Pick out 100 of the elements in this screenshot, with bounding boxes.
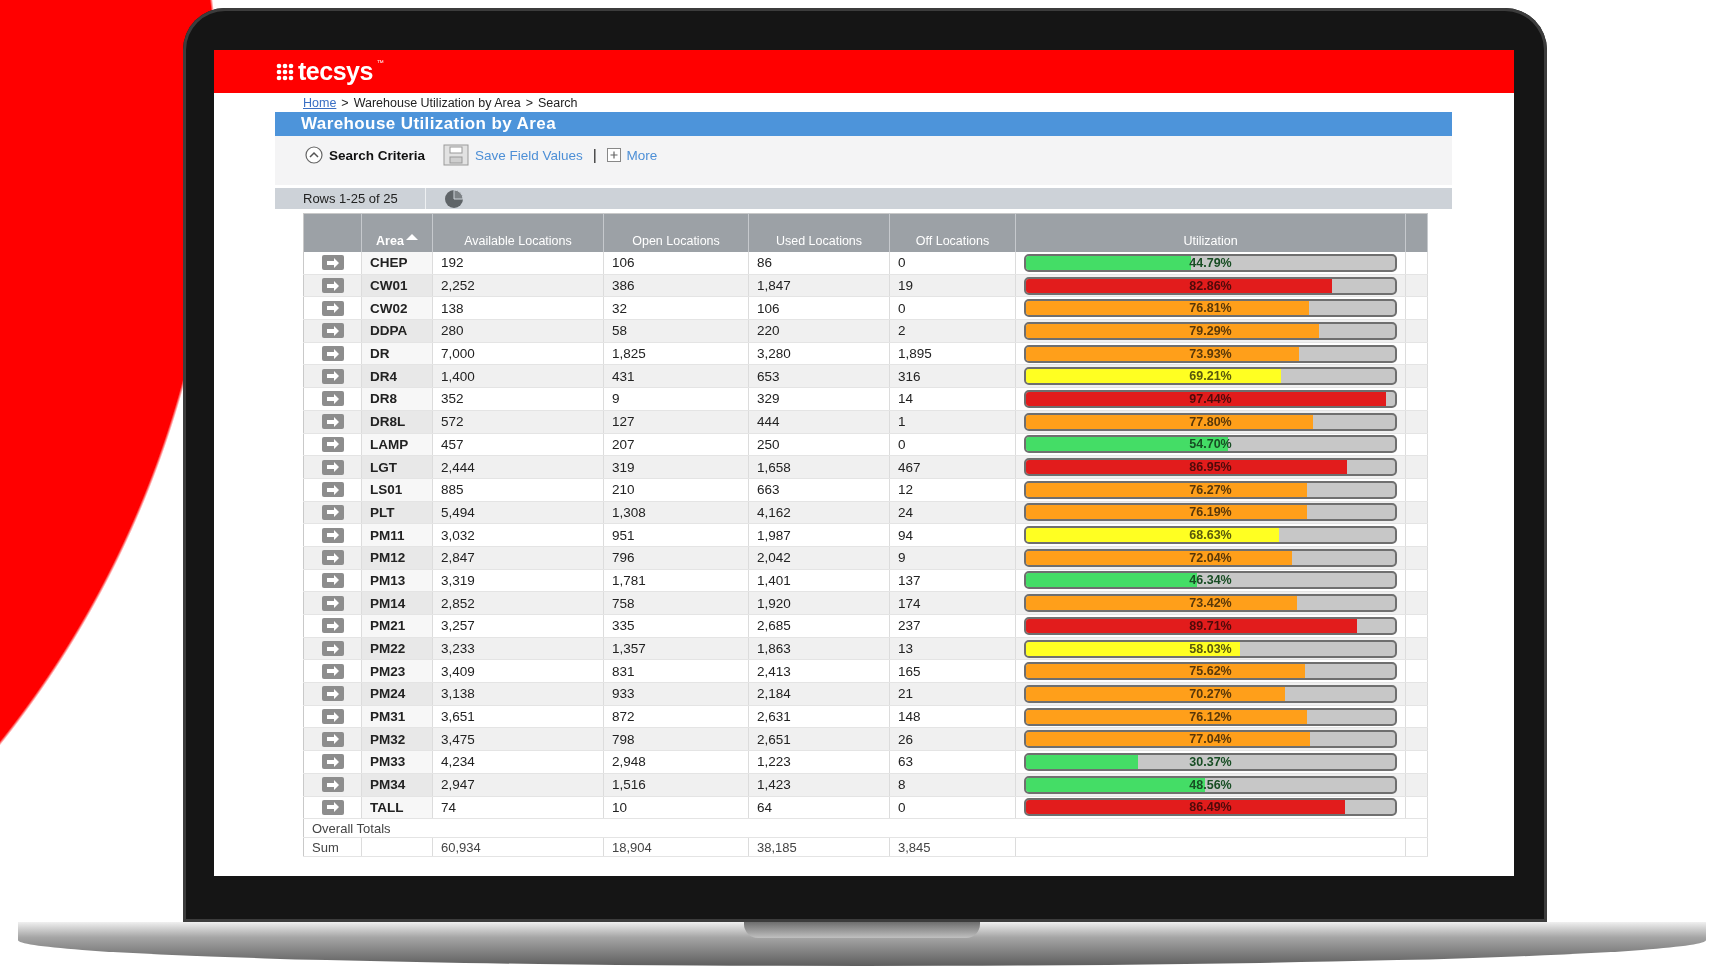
open-row-button[interactable] <box>321 482 344 498</box>
save-field-values-link[interactable]: Save Field Values <box>443 144 583 166</box>
table-cell: CHEP <box>361 251 433 275</box>
open-row-button[interactable] <box>321 777 344 793</box>
open-row-button[interactable] <box>321 618 344 634</box>
table-cell: 2,685 <box>748 614 890 638</box>
open-row-button[interactable] <box>321 300 344 316</box>
table-cell: 9 <box>603 387 749 411</box>
percentage-label: 89.71% <box>1189 618 1232 633</box>
open-row-button[interactable] <box>321 527 344 543</box>
table-cell: 21 <box>889 682 1016 706</box>
table-cell: DR8 <box>361 387 433 411</box>
pie-chart-icon[interactable] <box>444 188 464 209</box>
table-cell: 0 <box>889 296 1016 320</box>
rows-count: Rows 1-25 of 25 <box>275 188 426 209</box>
open-row-button[interactable] <box>321 414 344 430</box>
percentage-label: 73.42% <box>1189 596 1232 611</box>
open-row-button[interactable] <box>321 278 344 294</box>
arrow-right-icon <box>325 574 340 587</box>
logo-text: tecsys <box>298 57 373 86</box>
table-cell: 831 <box>603 659 749 683</box>
table-cell: 5,494 <box>432 501 604 524</box>
arrow-right-icon <box>325 506 340 519</box>
open-row-button[interactable] <box>321 641 344 657</box>
percentage-label: 76.19% <box>1189 505 1232 520</box>
open-row-button[interactable] <box>321 595 344 611</box>
percentage-label: 68.63% <box>1189 528 1232 543</box>
column-header[interactable]: Used Locations <box>775 233 863 248</box>
column-header[interactable]: Available Locations <box>464 233 572 248</box>
breadcrumb-link[interactable]: Home <box>303 95 337 110</box>
open-row-button[interactable] <box>321 323 344 339</box>
arrow-right-icon <box>325 415 340 428</box>
table-cell: 0 <box>889 433 1016 456</box>
table-cell: 9 <box>889 546 1016 570</box>
logo-icon <box>276 62 294 81</box>
table-cell: 86 <box>748 251 890 275</box>
table-cell: 2,042 <box>748 546 890 570</box>
table-cell: 872 <box>603 705 749 728</box>
open-row-button[interactable] <box>321 346 344 362</box>
percentage-label: 77.80% <box>1189 414 1232 429</box>
more-button[interactable]: More <box>606 144 658 166</box>
table-cell: 2,252 <box>432 274 604 297</box>
open-row-button[interactable] <box>321 255 344 271</box>
table-cell: 1,781 <box>603 569 749 592</box>
percentage-label: 76.12% <box>1189 709 1232 724</box>
table-cell: 4,234 <box>432 750 604 774</box>
table-cell: 220 <box>748 319 890 343</box>
open-row-button[interactable] <box>321 799 344 815</box>
open-row-button[interactable] <box>321 663 344 679</box>
open-row-button[interactable] <box>321 754 344 770</box>
table-cell: 1,987 <box>748 523 890 547</box>
table-cell: 0 <box>889 796 1016 819</box>
table-cell: 1,847 <box>748 274 890 297</box>
open-row-button[interactable] <box>321 572 344 588</box>
table-cell: 653 <box>748 364 890 388</box>
open-row-button[interactable] <box>321 459 344 475</box>
percentage-label: 70.27% <box>1189 686 1232 701</box>
breadcrumb-separator: > <box>525 95 533 110</box>
table-cell: 2,852 <box>432 591 604 615</box>
table-cell: 316 <box>889 364 1016 388</box>
table-cell: 237 <box>889 614 1016 638</box>
table-cell: 798 <box>603 727 749 751</box>
table-cell: 127 <box>603 410 749 433</box>
table-cell: 3,475 <box>432 727 604 751</box>
table-cell: 207 <box>603 433 749 456</box>
table-cell: PM21 <box>361 614 433 638</box>
table-cell: 3,257 <box>432 614 604 638</box>
arrow-right-icon <box>325 370 340 383</box>
open-row-button[interactable] <box>321 391 344 407</box>
arrow-right-icon <box>325 597 340 610</box>
open-row-button[interactable] <box>321 504 344 520</box>
column-header[interactable]: Off Locations <box>915 233 990 248</box>
table-cell: 951 <box>603 523 749 547</box>
table-cell: 210 <box>603 478 749 502</box>
column-header[interactable]: Area <box>376 233 404 248</box>
table-cell: 250 <box>748 433 890 456</box>
open-row-button[interactable] <box>321 686 344 702</box>
table-cell: 2,413 <box>748 659 890 683</box>
table-cell: LGT <box>361 455 433 479</box>
table-cell: 1,920 <box>748 591 890 615</box>
open-row-button[interactable] <box>321 368 344 384</box>
open-row-button[interactable] <box>321 436 344 452</box>
table-cell: DR <box>361 342 433 365</box>
arrow-right-icon <box>325 755 340 768</box>
open-row-button[interactable] <box>321 550 344 566</box>
table-cell: DDPA <box>361 319 433 343</box>
table-cell: 148 <box>889 705 1016 728</box>
table-cell: 3,233 <box>432 637 604 660</box>
open-row-button[interactable] <box>321 709 344 725</box>
table-cell: 1,423 <box>748 773 890 796</box>
table-cell: 106 <box>748 296 890 320</box>
column-header[interactable]: Open Locations <box>632 233 720 248</box>
search-criteria-toggle[interactable]: Search Criteria <box>305 144 426 166</box>
arrow-right-icon <box>325 324 340 337</box>
table-cell: CW02 <box>361 296 433 320</box>
toolbar-separator: | <box>592 146 597 165</box>
table-cell: 165 <box>889 659 1016 683</box>
column-header[interactable]: Utilization <box>1183 233 1238 248</box>
arrow-right-icon <box>325 687 340 700</box>
open-row-button[interactable] <box>321 731 344 747</box>
